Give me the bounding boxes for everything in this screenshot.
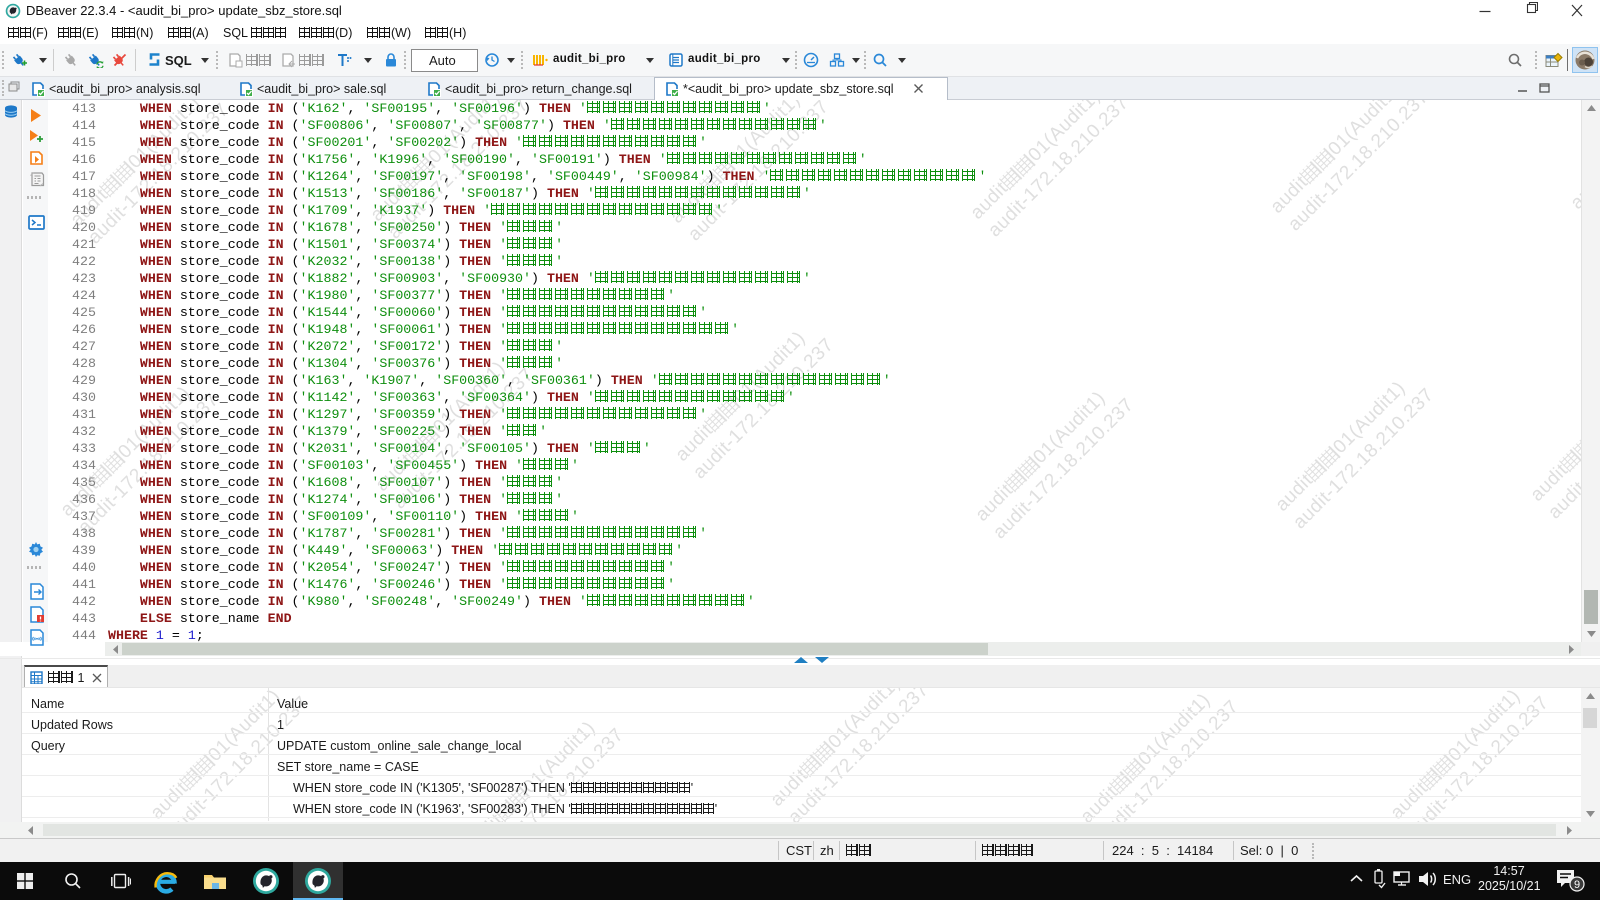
svg-text:9: 9 [1574,879,1580,891]
